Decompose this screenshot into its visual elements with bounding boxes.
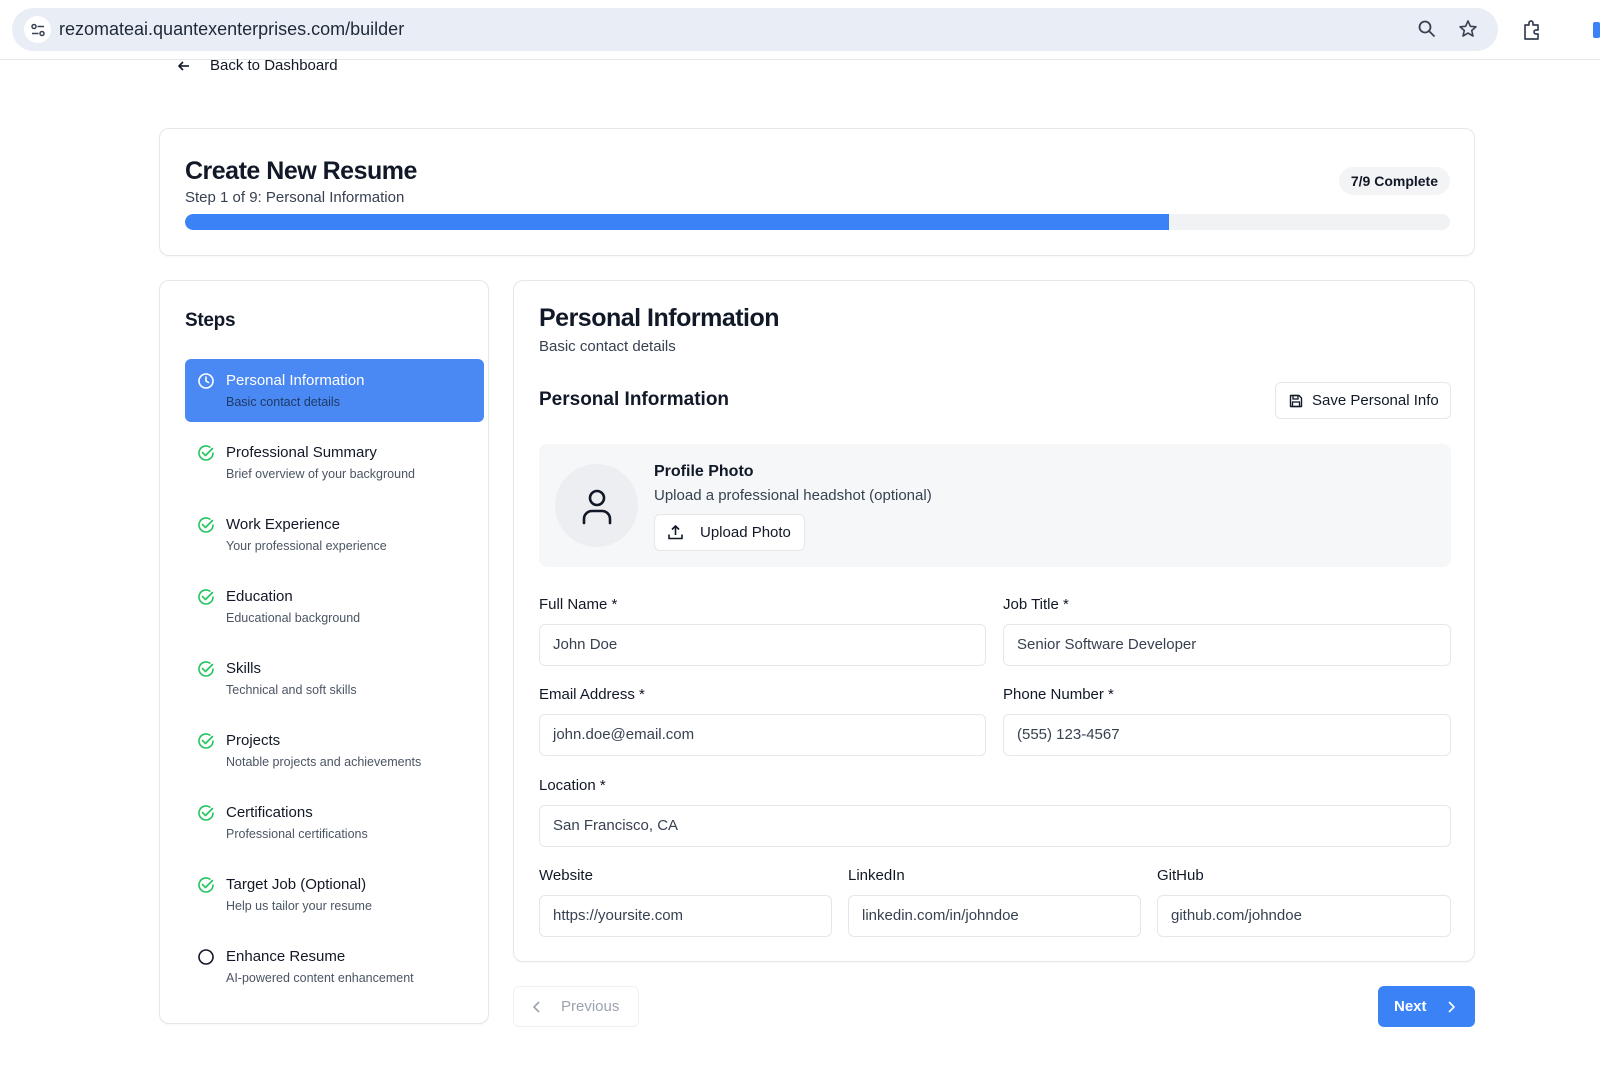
- step-label: Work Experience: [226, 516, 340, 533]
- save-button-label: Save Personal Info: [1312, 392, 1439, 409]
- step-description: Brief overview of your background: [226, 467, 415, 481]
- step-label: Professional Summary: [226, 444, 377, 461]
- linkedin-label: LinkedIn: [848, 867, 905, 884]
- step-label: Personal Information: [226, 372, 365, 389]
- section-heading: Personal Information: [539, 304, 780, 332]
- email-input[interactable]: john.doe@email.com: [539, 714, 986, 756]
- page-title: Create New Resume: [185, 157, 417, 185]
- github-input[interactable]: github.com/johndoe: [1157, 895, 1451, 937]
- step-label: Target Job (Optional): [226, 876, 367, 893]
- profile-edge-accent: [1593, 22, 1600, 38]
- step-item-personal-information[interactable]: Personal Information Basic contact detai…: [185, 359, 484, 422]
- profile-photo-section: Profile Photo Upload a professional head…: [539, 444, 1451, 567]
- section-subheading: Basic contact details: [539, 338, 676, 355]
- step-description: Technical and soft skills: [226, 683, 357, 697]
- step-label: Enhance Resume: [226, 948, 346, 965]
- site-settings-icon[interactable]: [24, 16, 51, 43]
- address-bar[interactable]: rezomateai.quantexenterprises.com/builde…: [12, 8, 1498, 51]
- upload-photo-button[interactable]: Upload Photo: [654, 514, 805, 551]
- personal-info-card: Personal Information Basic contact detai…: [513, 280, 1475, 962]
- phone-label: Phone Number *: [1003, 686, 1114, 703]
- next-button[interactable]: Next: [1378, 986, 1475, 1027]
- step-description: Notable projects and achievements: [226, 755, 422, 769]
- step-item-certifications[interactable]: Certifications Professional certificatio…: [185, 791, 484, 854]
- check-circle-icon: [198, 589, 214, 605]
- next-button-label: Next: [1394, 998, 1427, 1015]
- url-text[interactable]: rezomateai.quantexenterprises.com/builde…: [59, 19, 404, 40]
- check-circle-icon: [198, 805, 214, 821]
- website-input[interactable]: https://yoursite.com: [539, 895, 832, 937]
- circle-icon: [198, 949, 214, 965]
- step-label: Skills: [226, 660, 262, 677]
- location-label: Location *: [539, 777, 606, 794]
- step-description: Educational background: [226, 611, 361, 625]
- upload-icon: [668, 525, 683, 540]
- bookmark-star-icon[interactable]: [1457, 18, 1479, 40]
- step-label: Projects: [226, 732, 281, 749]
- user-icon: [582, 489, 611, 524]
- linkedin-input[interactable]: linkedin.com/in/johndoe: [848, 895, 1141, 937]
- arrow-left-icon: [178, 60, 189, 71]
- step-item-professional-summary[interactable]: Professional Summary Brief overview of y…: [185, 431, 484, 494]
- github-label: GitHub: [1157, 867, 1204, 884]
- step-description: AI-powered content enhancement: [226, 971, 414, 985]
- full-name-input[interactable]: John Doe: [539, 624, 986, 666]
- steps-sidebar: Steps Personal Information Basic contact…: [159, 280, 489, 1024]
- back-link-label: Back to Dashboard: [210, 57, 338, 74]
- completion-badge: 7/9 Complete: [1338, 167, 1450, 195]
- save-icon: [1289, 394, 1303, 407]
- profile-photo-title: Profile Photo: [654, 463, 754, 480]
- step-item-work-experience[interactable]: Work Experience Your professional experi…: [185, 503, 484, 566]
- job-title-label: Job Title *: [1003, 596, 1069, 613]
- browser-toolbar: rezomateai.quantexenterprises.com/builde…: [0, 0, 1600, 60]
- profile-photo-hint: Upload a professional headshot (optional…: [654, 487, 932, 504]
- steps-title: Steps: [185, 310, 236, 331]
- check-circle-icon: [198, 445, 214, 461]
- check-circle-icon: [198, 661, 214, 677]
- clock-icon: [198, 373, 214, 389]
- chevron-left-icon: [533, 1000, 540, 1013]
- phone-input[interactable]: (555) 123-4567: [1003, 714, 1451, 756]
- check-circle-icon: [198, 877, 214, 893]
- step-description: Your professional experience: [226, 539, 387, 553]
- save-personal-info-button[interactable]: Save Personal Info: [1275, 382, 1451, 419]
- resume-header-card: Create New Resume Step 1 of 9: Personal …: [159, 128, 1475, 256]
- location-input[interactable]: San Francisco, CA: [539, 805, 1451, 847]
- check-circle-icon: [198, 733, 214, 749]
- step-item-projects[interactable]: Projects Notable projects and achievemen…: [185, 719, 484, 782]
- back-to-dashboard-link[interactable]: Back to Dashboard: [176, 57, 338, 74]
- step-label: Education: [226, 588, 293, 605]
- email-label: Email Address *: [539, 686, 645, 703]
- upload-button-label: Upload Photo: [700, 524, 791, 541]
- step-label: Certifications: [226, 804, 313, 821]
- step-description: Help us tailor your resume: [226, 899, 372, 913]
- progress-bar: [185, 214, 1450, 230]
- form-section-title: Personal Information: [539, 389, 730, 410]
- extensions-puzzle-icon[interactable]: [1521, 18, 1545, 42]
- chevron-right-icon: [1447, 1000, 1455, 1013]
- step-description: Professional certifications: [226, 827, 368, 841]
- step-item-enhance-resume[interactable]: Enhance Resume AI-powered content enhanc…: [185, 935, 484, 998]
- step-description: Basic contact details: [226, 395, 340, 409]
- step-item-education[interactable]: Education Educational background: [185, 575, 484, 638]
- check-circle-icon: [198, 517, 214, 533]
- full-name-label: Full Name *: [539, 596, 618, 613]
- step-indicator: Step 1 of 9: Personal Information: [185, 189, 405, 206]
- avatar-placeholder: [555, 464, 638, 547]
- step-item-skills[interactable]: Skills Technical and soft skills: [185, 647, 484, 710]
- website-label: Website: [539, 867, 593, 884]
- step-item-target-job[interactable]: Target Job (Optional) Help us tailor you…: [185, 863, 484, 926]
- zoom-icon[interactable]: [1416, 18, 1438, 40]
- progress-bar-fill: [185, 214, 1170, 230]
- previous-button[interactable]: Previous: [513, 986, 639, 1027]
- previous-button-label: Previous: [561, 998, 620, 1015]
- job-title-input[interactable]: Senior Software Developer: [1003, 624, 1451, 666]
